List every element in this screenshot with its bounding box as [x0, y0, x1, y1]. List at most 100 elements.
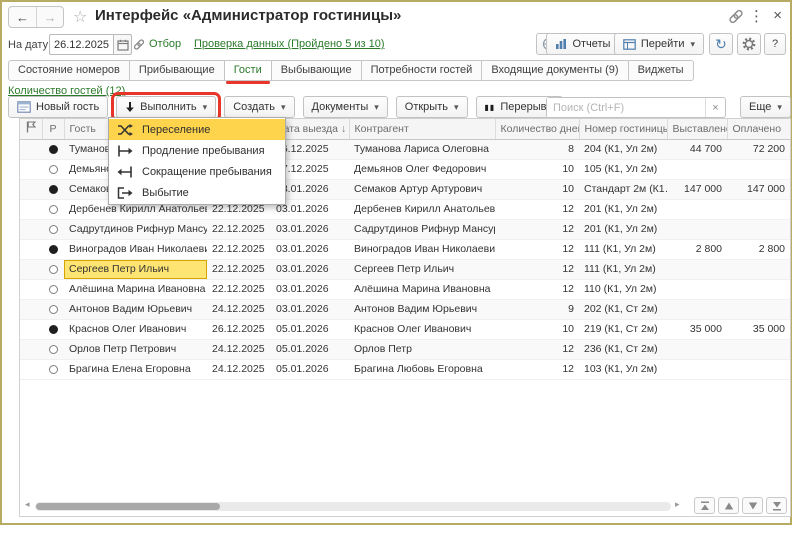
favorite-star-icon[interactable]: ☆ — [73, 7, 87, 27]
forward-button[interactable]: → — [36, 7, 63, 27]
help-label: ? — [772, 38, 778, 50]
calendar-button[interactable] — [113, 34, 132, 55]
cell-paid — [727, 219, 790, 239]
column-header-contractor[interactable]: Контрагент — [349, 119, 495, 139]
table-row[interactable]: Садрутдинов Рифнур Мансурович 22.12.2025… — [20, 219, 790, 239]
settings-button[interactable] — [737, 33, 761, 55]
tab-departing[interactable]: Выбывающие — [272, 60, 362, 81]
scrollbar-thumb[interactable] — [36, 503, 220, 510]
cell-room: 204 (К1, Ул 2м) — [579, 139, 667, 159]
cell-arrival: 26.12.2025 — [207, 319, 271, 339]
cell-days: 9 — [495, 299, 579, 319]
tab-arriving[interactable]: Прибывающие — [130, 60, 225, 81]
column-header-room[interactable]: Номер гостиницы — [579, 119, 667, 139]
menu-item-checkout[interactable]: Выбытие — [109, 182, 285, 203]
cell-guest: Алёшина Марина Ивановна — [64, 279, 207, 299]
cell-status — [42, 219, 64, 239]
table-row[interactable]: Сергеев Петр Ильич 22.12.2025 03.01.2026… — [20, 259, 790, 279]
cell-billed — [667, 299, 727, 319]
refresh-button[interactable]: ↻ — [709, 33, 733, 55]
documents-button[interactable]: Документы ▾ — [303, 96, 388, 118]
cell-room: 201 (К1, Ул 2м) — [579, 219, 667, 239]
cell-billed — [667, 359, 727, 379]
cell-room: 236 (К1, Ст 2м) — [579, 339, 667, 359]
back-button[interactable]: ← — [9, 7, 36, 27]
cell-departure: 03.01.2026 — [271, 239, 349, 259]
cell-departure: 05.01.2026 — [271, 319, 349, 339]
tab-room-status[interactable]: Состояние номеров — [8, 60, 130, 81]
goto-button[interactable]: Перейти ▾ — [614, 33, 704, 55]
go-to-first-button[interactable] — [694, 497, 715, 514]
search-box: × — [546, 97, 726, 118]
close-icon[interactable]: × — [773, 7, 782, 24]
tab-guest-needs[interactable]: Потребности гостей — [362, 60, 483, 81]
help-button[interactable]: ? — [764, 33, 786, 55]
menu-item-label: Сокращение пребывания — [142, 166, 272, 178]
checkout-icon — [117, 187, 133, 199]
chain-icon — [133, 39, 145, 50]
cell-arrival: 22.12.2025 — [207, 239, 271, 259]
search-clear-icon[interactable]: × — [705, 98, 725, 117]
menu-item-relocation[interactable]: Переселение — [109, 119, 285, 140]
tab-widgets[interactable]: Виджеты — [629, 60, 694, 81]
table-row[interactable]: Краснов Олег Иванович 26.12.2025 05.01.2… — [20, 319, 790, 339]
go-to-last-icon — [772, 501, 782, 511]
column-header-flag[interactable] — [20, 119, 42, 139]
more-menu-icon[interactable]: ⋮ — [749, 7, 764, 25]
column-header-paid[interactable]: Оплачено — [727, 119, 790, 139]
new-guest-button[interactable]: Новый гость — [8, 96, 108, 118]
scroll-right-icon[interactable]: ▸ — [675, 499, 680, 510]
menu-item-shorten-stay[interactable]: Сокращение пребывания — [109, 161, 285, 182]
search-input[interactable] — [547, 98, 705, 117]
menu-item-extend-stay[interactable]: Продление пребывания — [109, 140, 285, 161]
cell-paid — [727, 359, 790, 379]
more-button[interactable]: Еще ▾ — [740, 96, 791, 118]
status-dot — [49, 185, 58, 194]
arrow-down-icon — [125, 101, 135, 113]
shuffle-icon — [117, 124, 133, 136]
column-header-billed[interactable]: Выставлено — [667, 119, 727, 139]
cell-guest: Садрутдинов Рифнур Мансурович — [64, 219, 207, 239]
cell-billed — [667, 259, 727, 279]
caret-down-icon: ▾ — [374, 102, 379, 113]
table-row[interactable]: Виноградов Иван Николаевич 22.12.2025 03… — [20, 239, 790, 259]
pause-icon: ▮▮ — [485, 103, 496, 112]
cell-days: 12 — [495, 219, 579, 239]
table-row[interactable]: Орлов Петр Петрович 24.12.2025 05.01.202… — [20, 339, 790, 359]
horizontal-scrollbar[interactable] — [35, 502, 671, 511]
page-down-button[interactable] — [742, 497, 763, 514]
go-to-last-button[interactable] — [766, 497, 787, 514]
menu-item-label: Продление пребывания — [142, 145, 265, 157]
table-row[interactable]: Антонов Вадим Юрьевич 24.12.2025 03.01.2… — [20, 299, 790, 319]
cell-paid: 35 000 — [727, 319, 790, 339]
cell-flag — [20, 319, 42, 339]
menu-item-label: Выбытие — [142, 187, 189, 199]
bar-chart-icon — [555, 38, 567, 50]
cell-billed — [667, 159, 727, 179]
cell-departure: 03.01.2026 — [271, 299, 349, 319]
extend-stay-icon — [117, 145, 133, 157]
status-dot — [49, 285, 58, 294]
table-row[interactable]: Алёшина Марина Ивановна 22.12.2025 03.01… — [20, 279, 790, 299]
data-check-link[interactable]: Проверка данных (Пройдено 5 из 10) — [194, 38, 385, 50]
cell-guest: Виноградов Иван Николаевич — [64, 239, 207, 259]
table-row[interactable]: Брагина Елена Егоровна 24.12.2025 05.01.… — [20, 359, 790, 379]
tab-incoming-documents[interactable]: Входящие документы (9) — [482, 60, 628, 81]
status-dot — [49, 265, 58, 274]
filter-link[interactable]: Отбор — [133, 38, 181, 50]
page-up-button[interactable] — [718, 497, 739, 514]
open-button[interactable]: Открыть ▾ — [396, 96, 468, 118]
cell-flag — [20, 179, 42, 199]
execute-button[interactable]: Выполнить ▾ — [116, 96, 216, 118]
column-header-status[interactable]: Р — [42, 119, 64, 139]
date-input[interactable] — [49, 34, 113, 55]
column-header-days[interactable]: Количество дней — [495, 119, 579, 139]
create-button[interactable]: Создать ▾ — [224, 96, 294, 118]
flag-icon — [26, 121, 36, 133]
scroll-left-icon[interactable]: ◂ — [25, 499, 30, 510]
get-link-icon[interactable] — [728, 9, 744, 27]
cell-arrival: 24.12.2025 — [207, 339, 271, 359]
window-icon — [623, 39, 636, 50]
tab-guests[interactable]: Гости — [225, 60, 272, 81]
new-guest-label: Новый гость — [36, 101, 99, 113]
